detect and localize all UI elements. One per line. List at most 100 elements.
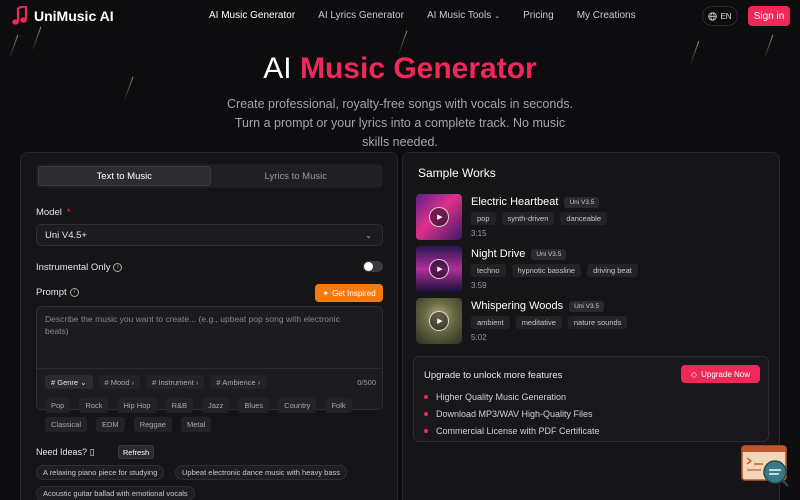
page-title: AI Music Generator: [0, 52, 800, 86]
generator-panel: Text to Music Lyrics to Music Model * Uni…: [20, 152, 398, 500]
required-marker: *: [66, 207, 71, 218]
play-icon[interactable]: ▶: [429, 311, 449, 331]
genre-option[interactable]: Pop: [45, 398, 71, 413]
upgrade-feature: Commercial License with PDF Certificate: [424, 426, 600, 436]
title-prefix: AI: [263, 52, 292, 85]
track-tag: pop: [471, 212, 496, 225]
get-inspired-button[interactable]: ✦ Get Inspired: [315, 284, 383, 302]
tab-text-to-music[interactable]: Text to Music: [38, 166, 211, 186]
nav-link-ai-music-generator[interactable]: AI Music Generator: [209, 10, 295, 21]
chip-genre[interactable]: # Genre ⌄: [45, 375, 93, 389]
genre-option[interactable]: Classical: [45, 417, 88, 432]
nav-link-ai-lyrics-generator[interactable]: AI Lyrics Generator: [318, 10, 404, 21]
feature-text: Commercial License with PDF Certificate: [436, 426, 600, 436]
bullet-dot: [424, 395, 428, 399]
genre-option[interactable]: Reggae: [133, 417, 172, 432]
track-duration: 3:15: [471, 229, 487, 238]
genre-option[interactable]: Country: [278, 398, 317, 413]
track-tag: ambient: [471, 316, 510, 329]
chip-label: # Ambience: [216, 377, 256, 387]
sign-in-button[interactable]: Sign in: [748, 6, 790, 26]
track-title: Whispering Woods: [471, 300, 564, 312]
bullet-dot: [424, 412, 428, 416]
genre-option[interactable]: R&B: [165, 398, 193, 413]
track-tag: hypnotic bassline: [511, 264, 582, 277]
refresh-ideas-button[interactable]: Refresh: [118, 445, 154, 459]
chip-label: # Mood: [104, 377, 130, 387]
track-cover: ▶: [416, 194, 462, 240]
language-label: EN: [720, 11, 732, 21]
model-select[interactable]: Uni V4.5+ ⌄: [36, 224, 383, 246]
idea-suggestion[interactable]: Upbeat electronic dance music with heavy…: [175, 465, 347, 480]
nav-link-my-creations[interactable]: My Creations: [577, 10, 636, 21]
top-nav: UniMusic AI AI Music Generator AI Lyrics…: [0, 0, 800, 32]
floating-helper-icon[interactable]: [741, 444, 791, 488]
music-note-logo-icon: [12, 6, 28, 25]
chip-mood[interactable]: # Mood ›: [98, 375, 141, 389]
track-title-row: Electric Heartbeat Uni V3.5: [471, 196, 600, 208]
genre-option[interactable]: Hip Hop: [117, 398, 157, 413]
sample-track[interactable]: ▶ Electric Heartbeat Uni V3.5 pop synth-d…: [416, 194, 776, 240]
brand[interactable]: UniMusic AI: [12, 6, 114, 26]
track-tags: techno hypnotic bassline driving beat: [471, 264, 638, 277]
genre-option[interactable]: EDM: [96, 417, 125, 432]
track-tags: ambient meditative nature sounds: [471, 316, 628, 329]
model-version-badge: Uni V3.5: [531, 248, 567, 260]
sample-works-panel: Sample Works ▶ Electric Heartbeat Uni V3.…: [402, 152, 780, 500]
nav-link-label: AI Music Tools: [426, 10, 492, 21]
lightbulb-icon: ▯: [89, 447, 95, 457]
tag-category-row: # Genre ⌄ # Mood › # Instrument › # Ambi…: [45, 375, 267, 389]
sample-track[interactable]: ▶ Whispering Woods Uni V3.5 ambient medit…: [416, 298, 776, 344]
sample-track[interactable]: ▶ Night Drive Uni V3.5 techno hypnotic ba…: [416, 246, 776, 292]
mode-tabs: Text to Music Lyrics to Music: [36, 164, 383, 188]
diamond-icon: ◇: [690, 369, 698, 379]
chevron-right-icon: ›: [131, 377, 135, 387]
model-label: Model *: [36, 207, 71, 218]
play-icon[interactable]: ▶: [429, 259, 449, 279]
language-selector[interactable]: EN: [702, 6, 738, 26]
idea-suggestion[interactable]: A relaxing piano piece for studying: [36, 465, 165, 480]
track-cover: ▶: [416, 298, 462, 344]
upgrade-title: Upgrade to unlock more features: [424, 370, 563, 381]
prompt-input[interactable]: Describe the music you want to create...…: [36, 306, 383, 432]
tab-lyrics-to-music[interactable]: Lyrics to Music: [211, 166, 382, 186]
upgrade-feature: Download MP3/WAV High-Quality Files: [424, 409, 593, 419]
upgrade-now-button[interactable]: ◇ Upgrade Now: [681, 365, 760, 383]
nav-links: AI Music Generator AI Lyrics Generator A…: [209, 10, 659, 21]
chevron-down-icon: ⌄: [365, 230, 372, 240]
genre-option[interactable]: Folk: [325, 398, 352, 413]
nav-link-ai-music-tools[interactable]: AI Music Tools ⌄: [427, 10, 500, 21]
model-version-badge: Uni V3.5: [564, 196, 600, 208]
model-version-badge: Uni V3.5: [569, 300, 605, 312]
prompt-placeholder: Describe the music you want to create...…: [45, 314, 340, 336]
sample-works-title: Sample Works: [418, 166, 496, 180]
info-icon[interactable]: i: [69, 287, 79, 297]
chevron-down-icon: ⌄: [494, 13, 501, 20]
sparkle-icon: ✦: [322, 288, 330, 298]
globe-icon: [708, 11, 718, 21]
page-subtitle: Create professional, royalty-free songs …: [227, 97, 573, 149]
prompt-label: Prompt i: [36, 287, 79, 298]
chip-instrument[interactable]: # Instrument ›: [146, 375, 205, 389]
nav-link-pricing[interactable]: Pricing: [523, 10, 554, 21]
instrumental-label-text: Instrumental Only: [36, 262, 111, 273]
track-tag: synth-driven: [501, 212, 555, 225]
genre-option[interactable]: Blues: [238, 398, 270, 413]
char-counter: 0/500: [357, 378, 376, 387]
genre-option[interactable]: Metal: [180, 417, 212, 432]
info-icon[interactable]: i: [113, 262, 123, 272]
instrumental-toggle[interactable]: [363, 261, 383, 272]
track-tag: driving beat: [587, 264, 638, 277]
chip-ambience[interactable]: # Ambience ›: [210, 375, 267, 389]
genre-options: Pop Rock Hip Hop R&B Jazz Blues Country …: [45, 398, 375, 432]
track-tag: nature sounds: [567, 316, 628, 329]
chevron-right-icon: ›: [195, 377, 199, 387]
need-ideas-text: Need Ideas?: [36, 447, 88, 457]
idea-suggestion[interactable]: Acoustic guitar ballad with emotional vo…: [36, 486, 195, 500]
chip-label: # Instrument: [152, 377, 194, 387]
chevron-right-icon: ›: [257, 377, 261, 387]
genre-option[interactable]: Rock: [79, 398, 109, 413]
track-tag: techno: [471, 264, 506, 277]
play-icon[interactable]: ▶: [429, 207, 449, 227]
genre-option[interactable]: Jazz: [201, 398, 230, 413]
